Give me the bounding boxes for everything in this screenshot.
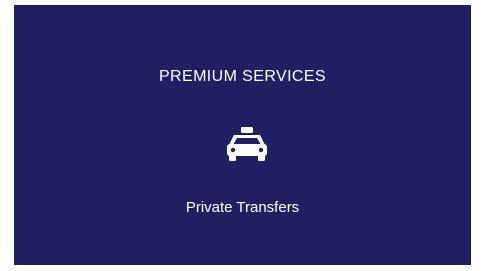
service-label: Private Transfers [185, 199, 300, 216]
section-heading: PREMIUM SERVICES [158, 68, 327, 85]
service-card[interactable]: PREMIUM SERVICES Private Transfers [14, 5, 471, 265]
taxi-icon [227, 127, 267, 161]
